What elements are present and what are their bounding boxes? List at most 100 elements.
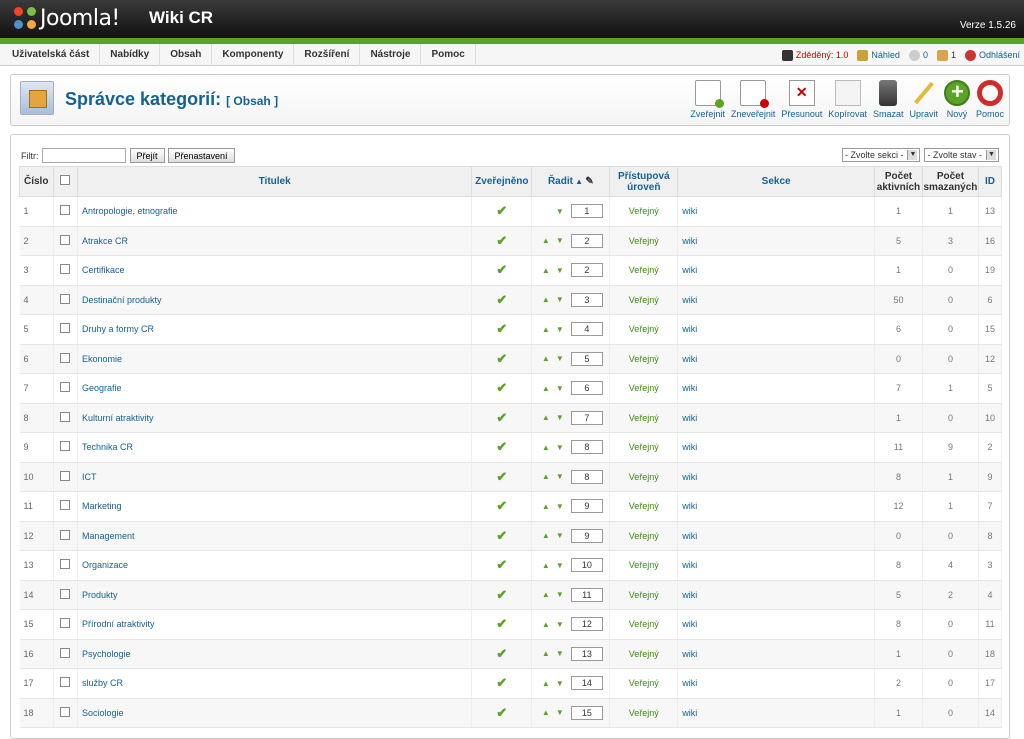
section-link[interactable]: wiki: [677, 314, 875, 345]
section-link[interactable]: wiki: [677, 550, 875, 581]
published-check-icon[interactable]: ✔: [496, 675, 507, 690]
row-checkbox[interactable]: [60, 647, 71, 658]
move-up-icon[interactable]: ▲: [539, 325, 553, 334]
category-title-link[interactable]: Organizace: [77, 550, 473, 581]
move-down-icon[interactable]: ▼: [553, 679, 567, 688]
order-input[interactable]: 2: [570, 263, 603, 278]
move-down-icon[interactable]: ▼: [553, 649, 567, 658]
order-input[interactable]: 15: [570, 705, 603, 720]
row-checkbox[interactable]: [60, 352, 71, 363]
access-level-link[interactable]: Veřejný: [609, 491, 679, 522]
order-input[interactable]: 2: [570, 233, 603, 248]
published-check-icon[interactable]: ✔: [496, 646, 507, 661]
col-section[interactable]: Sekce: [677, 166, 875, 197]
category-title-link[interactable]: Sociologie: [77, 698, 473, 728]
published-check-icon[interactable]: ✔: [496, 351, 507, 366]
state-select[interactable]: - Zvolte stav - ▼: [924, 148, 999, 162]
row-checkbox[interactable]: [60, 441, 71, 452]
row-checkbox[interactable]: [60, 470, 71, 481]
row-checkbox[interactable]: [60, 411, 71, 422]
access-level-link[interactable]: Veřejný: [609, 373, 679, 404]
move-down-icon[interactable]: ▼: [553, 443, 567, 452]
access-level-link[interactable]: Veřejný: [609, 698, 679, 728]
move-down-icon[interactable]: ▼: [553, 266, 567, 275]
move-down-icon[interactable]: ▼: [553, 413, 567, 422]
move-up-icon[interactable]: ▲: [539, 708, 553, 717]
help-button[interactable]: Pomoc: [976, 80, 1004, 119]
reset-button[interactable]: Přenastavení: [167, 148, 235, 163]
category-title-link[interactable]: Produkty: [77, 580, 473, 610]
order-input[interactable]: 9: [570, 499, 603, 514]
section-link[interactable]: wiki: [677, 196, 875, 227]
access-level-link[interactable]: Veřejný: [609, 639, 679, 669]
published-check-icon[interactable]: ✔: [496, 439, 507, 454]
section-link[interactable]: wiki: [677, 226, 875, 256]
logout-link[interactable]: Odhlášení: [964, 49, 1020, 61]
published-check-icon[interactable]: ✔: [496, 380, 507, 395]
move-down-icon[interactable]: ▼: [553, 502, 567, 511]
published-check-icon[interactable]: ✔: [496, 469, 507, 484]
section-link[interactable]: wiki: [677, 432, 875, 463]
published-check-icon[interactable]: ✔: [496, 203, 507, 218]
copy-button[interactable]: Kopírovat: [828, 80, 867, 119]
menu-item[interactable]: Rozšíření: [294, 44, 361, 66]
move-down-icon[interactable]: ▼: [553, 531, 567, 540]
preview-link[interactable]: Náhled: [857, 49, 900, 61]
menu-item[interactable]: Nabídky: [100, 44, 161, 66]
filter-input[interactable]: [41, 148, 126, 163]
section-link[interactable]: wiki: [677, 580, 875, 610]
access-level-link[interactable]: Veřejný: [609, 255, 679, 286]
move-down-icon[interactable]: ▼: [553, 472, 567, 481]
move-up-icon[interactable]: ▲: [539, 531, 553, 540]
move-up-icon[interactable]: ▲: [539, 620, 553, 629]
order-input[interactable]: 8: [570, 440, 603, 455]
access-level-link[interactable]: Veřejný: [609, 196, 679, 227]
access-level-link[interactable]: Veřejný: [609, 285, 679, 315]
section-link[interactable]: wiki: [677, 373, 875, 404]
access-level-link[interactable]: Veřejný: [609, 580, 679, 610]
order-input[interactable]: 3: [570, 292, 603, 307]
move-up-icon[interactable]: ▲: [539, 649, 553, 658]
row-checkbox[interactable]: [60, 618, 71, 629]
access-level-link[interactable]: Veřejný: [609, 550, 679, 581]
published-check-icon[interactable]: ✔: [496, 616, 507, 631]
access-level-link[interactable]: Veřejný: [609, 521, 679, 551]
row-checkbox[interactable]: [60, 500, 71, 511]
section-link[interactable]: wiki: [677, 521, 875, 551]
move-up-icon[interactable]: ▲: [539, 443, 553, 452]
published-check-icon[interactable]: ✔: [496, 557, 507, 572]
published-check-icon[interactable]: ✔: [496, 292, 507, 307]
category-title-link[interactable]: Geografie: [77, 373, 473, 404]
menu-item[interactable]: Komponenty: [212, 44, 295, 66]
category-title-link[interactable]: Ekonomie: [77, 344, 473, 374]
category-title-link[interactable]: Druhy a formy CR: [77, 314, 473, 345]
access-level-link[interactable]: Veřejný: [609, 432, 679, 463]
section-link[interactable]: wiki: [677, 403, 875, 433]
col-id[interactable]: ID: [977, 166, 1003, 197]
move-down-icon[interactable]: ▼: [553, 354, 567, 363]
published-check-icon[interactable]: ✔: [496, 262, 507, 277]
row-checkbox[interactable]: [60, 205, 71, 216]
row-checkbox[interactable]: [60, 264, 71, 275]
section-select[interactable]: - Zvolte sekci - ▼: [841, 148, 921, 162]
published-check-icon[interactable]: ✔: [496, 410, 507, 425]
publish-button[interactable]: Zveřejnit: [690, 80, 725, 119]
move-up-icon[interactable]: ▲: [539, 266, 553, 275]
row-checkbox[interactable]: [60, 677, 71, 688]
published-check-icon[interactable]: ✔: [496, 233, 507, 248]
section-link[interactable]: wiki: [677, 462, 875, 492]
order-input[interactable]: 9: [570, 528, 603, 543]
published-check-icon[interactable]: ✔: [496, 705, 507, 720]
published-check-icon[interactable]: ✔: [496, 498, 507, 513]
order-input[interactable]: 14: [570, 676, 603, 691]
col-order[interactable]: Řadit ▲ ✎: [531, 166, 611, 197]
published-check-icon[interactable]: ✔: [496, 587, 507, 602]
access-level-link[interactable]: Veřejný: [609, 668, 679, 699]
move-down-icon[interactable]: ▼: [553, 384, 567, 393]
order-input[interactable]: 8: [570, 469, 603, 484]
access-level-link[interactable]: Veřejný: [609, 314, 679, 345]
published-check-icon[interactable]: ✔: [496, 528, 507, 543]
move-up-icon[interactable]: ▲: [539, 354, 553, 363]
move-down-icon[interactable]: ▼: [553, 620, 567, 629]
move-up-icon[interactable]: ▲: [539, 561, 553, 570]
